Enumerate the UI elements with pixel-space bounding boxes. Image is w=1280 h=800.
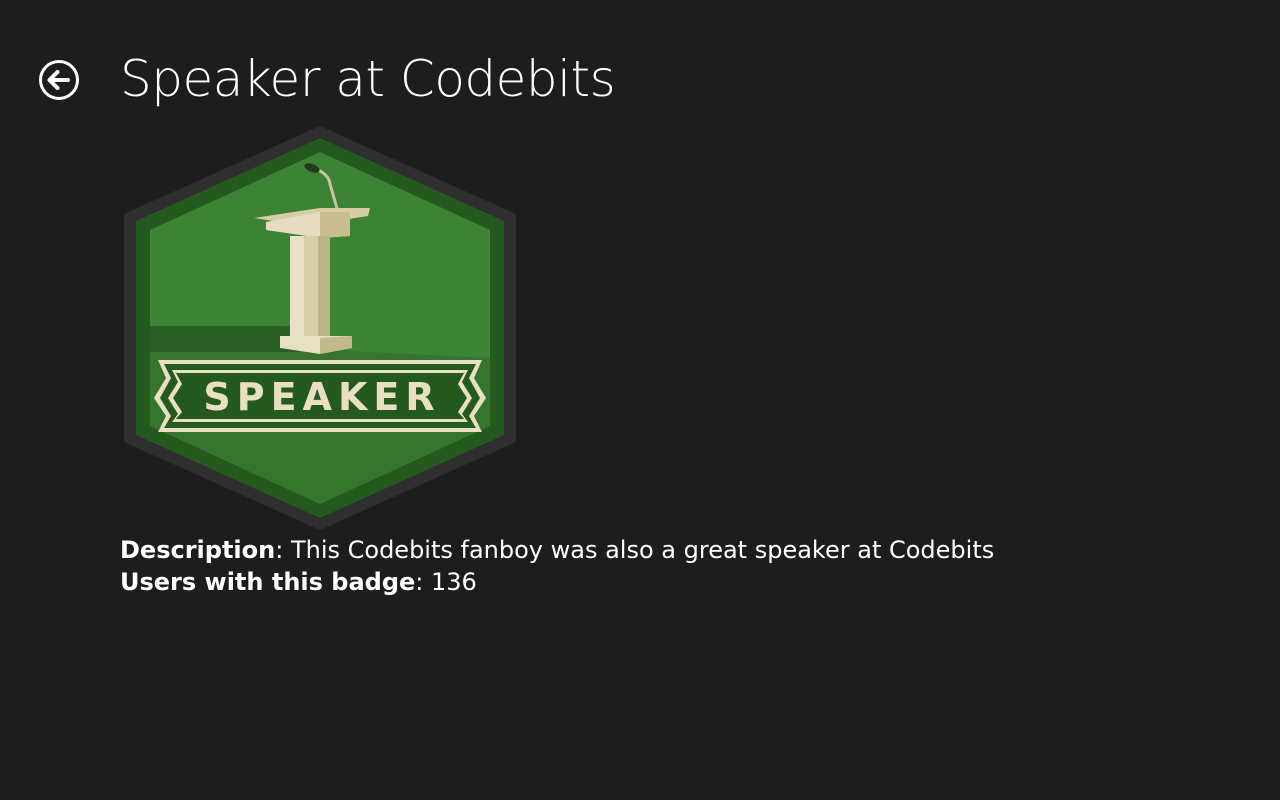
- users-count-label: Users with this badge: [120, 568, 416, 596]
- badge-details: Description: This Codebits fanboy was al…: [120, 534, 994, 598]
- users-count-value: 136: [423, 568, 477, 596]
- badge-detail-page: Speaker at Codebits SPEAKER Description:…: [0, 0, 1280, 800]
- description-row: Description: This Codebits fanboy was al…: [120, 534, 994, 566]
- badge-banner-text: SPEAKER: [203, 375, 440, 419]
- badge-image: SPEAKER: [124, 126, 516, 530]
- back-button[interactable]: [38, 59, 80, 101]
- users-count-row: Users with this badge: 136: [120, 566, 994, 598]
- description-label: Description: [120, 536, 276, 564]
- description-value: This Codebits fanboy was also a great sp…: [283, 536, 995, 564]
- page-title: Speaker at Codebits: [120, 50, 616, 108]
- arrow-left-circle-icon: [39, 60, 79, 100]
